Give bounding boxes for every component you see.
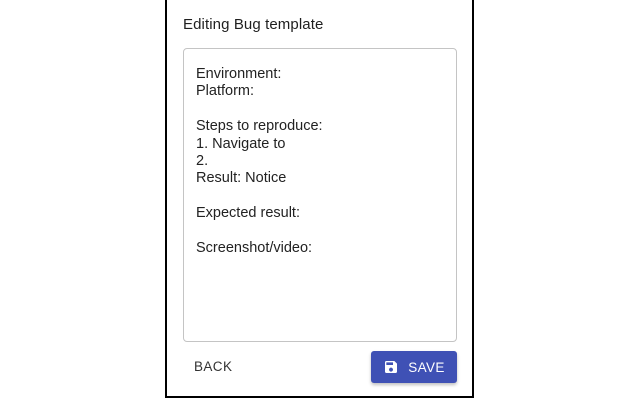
editor-line: Steps to reproduce: xyxy=(196,118,323,135)
editor-line: Environment: xyxy=(196,66,282,82)
editor-line: 1. Navigate to xyxy=(196,135,286,152)
back-button[interactable]: BACK xyxy=(183,351,243,383)
dialog-actions: BACK SAVE xyxy=(183,351,457,383)
editor-line: Expected result: xyxy=(196,205,300,222)
template-textarea[interactable]: Environment: Platform: Steps to reproduc… xyxy=(183,48,457,342)
floppy-disk-icon xyxy=(383,359,399,375)
save-button[interactable]: SAVE xyxy=(371,351,457,383)
dialog-title: Editing Bug template xyxy=(183,16,324,33)
editor-line: 2. xyxy=(196,153,209,170)
editor-line: Result: Notice xyxy=(196,170,287,187)
template-editor-dialog: Editing Bug template Environment: Platfo… xyxy=(165,0,474,398)
editor-line: Platform: xyxy=(196,83,255,100)
save-button-label: SAVE xyxy=(408,359,445,375)
editor-line: Screenshot/video: xyxy=(196,240,313,257)
